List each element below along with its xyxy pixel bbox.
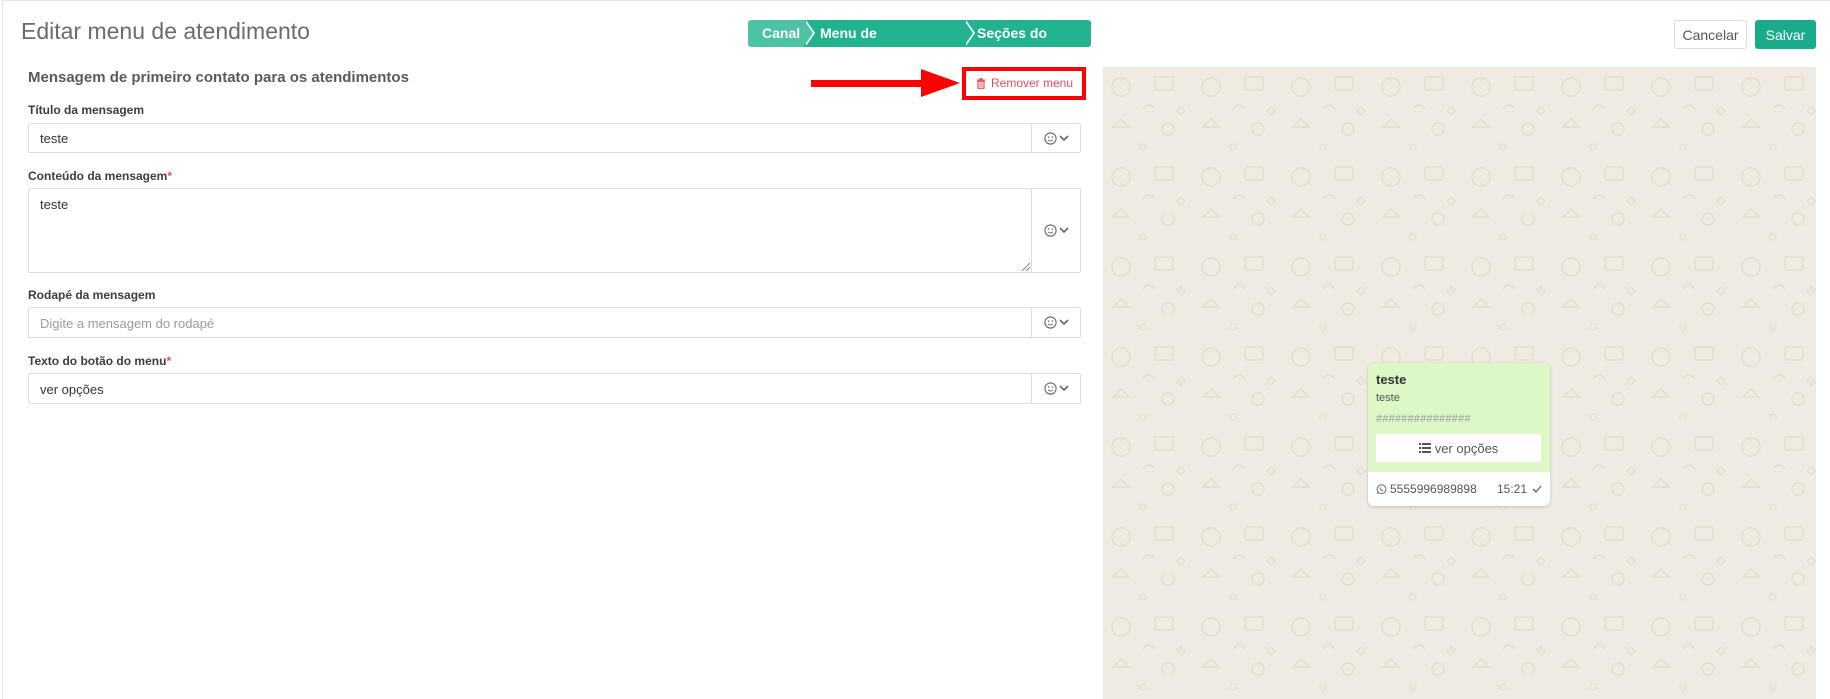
step-menu-de-atendimento[interactable]: Menu de atendimento xyxy=(804,20,975,68)
title-label-text: Título da mensagem xyxy=(28,103,145,117)
trash-icon xyxy=(977,77,985,89)
title-field[interactable]: teste xyxy=(28,123,1081,153)
button-text-value: ver opções xyxy=(40,382,104,397)
content-label: Conteúdo da mensagem* xyxy=(28,169,172,183)
remove-menu-label: Remover menu xyxy=(991,76,1074,90)
emoji-picker-button[interactable] xyxy=(1031,374,1080,403)
emoji-picker-button[interactable] xyxy=(1031,124,1080,152)
step-canal[interactable]: Canal xyxy=(748,20,815,47)
remove-menu-button[interactable]: Remover menu xyxy=(976,76,1073,90)
button-text-field[interactable]: ver opções xyxy=(28,373,1081,404)
required-mark: * xyxy=(167,169,173,183)
smiley-icon xyxy=(1043,131,1057,145)
bubble-body: teste xyxy=(1376,392,1400,404)
bubble-menu-button[interactable]: ver opções xyxy=(1376,434,1541,462)
chevron-down-icon xyxy=(1058,227,1069,234)
step-label: Menu de atendimento xyxy=(820,25,904,68)
smiley-icon xyxy=(1043,382,1057,395)
emoji-picker-button[interactable] xyxy=(1031,189,1080,272)
button-text-label-text: Texto do botão do menu xyxy=(28,354,167,368)
chevron-down-icon xyxy=(1058,319,1069,326)
button-text-label: Texto do botão do menu* xyxy=(28,354,171,368)
section-title: Mensagem de primeiro contato para os ate… xyxy=(28,69,409,86)
step-label: Canal xyxy=(762,25,801,41)
resize-handle-icon[interactable] xyxy=(1020,261,1030,271)
list-icon xyxy=(1418,443,1431,453)
footer-placeholder: Digite a mensagem do rodapé xyxy=(40,316,215,331)
cancel-button[interactable]: Cancelar xyxy=(1674,20,1747,49)
footer-field[interactable]: Digite a mensagem do rodapé xyxy=(28,307,1081,338)
annotation-arrow-head xyxy=(921,69,960,97)
check-icon xyxy=(1532,485,1542,493)
footer-label-text: Rodapé da mensagem xyxy=(28,288,156,302)
bubble-phone-number: 5555996989898 xyxy=(1390,482,1477,496)
chevron-down-icon xyxy=(1058,385,1069,392)
page-title: Editar menu de atendimento xyxy=(21,18,310,44)
bubble-phone: 5555996989898 xyxy=(1376,482,1477,496)
required-mark: * xyxy=(166,354,172,368)
bubble-title: teste xyxy=(1376,372,1407,387)
save-button[interactable]: Salvar xyxy=(1755,20,1816,49)
title-label: Título da mensagem xyxy=(28,103,144,117)
bubble-time: 15:21 xyxy=(1497,482,1542,496)
footer-label: Rodapé da mensagem xyxy=(28,288,155,302)
message-bubble: teste teste ############### ver opções 5… xyxy=(1368,363,1550,506)
whatsapp-icon xyxy=(1376,483,1387,494)
bubble-footer: ############### xyxy=(1376,413,1471,425)
stepper: Canal Menu de atendimento Seções do menu xyxy=(748,20,1091,68)
annotation-arrow-shaft xyxy=(811,80,926,87)
step-secoes-do-menu[interactable]: Seções do menu xyxy=(964,20,1091,68)
content-label-text: Conteúdo da mensagem xyxy=(28,169,168,183)
bubble-meta: 5555996989898 15:21 xyxy=(1368,472,1550,506)
content-value: teste xyxy=(40,197,69,212)
smiley-icon xyxy=(1043,316,1057,329)
title-value: teste xyxy=(40,131,69,146)
content-textarea[interactable]: teste xyxy=(28,188,1081,273)
smiley-icon xyxy=(1043,224,1057,237)
bubble-time-text: 15:21 xyxy=(1496,482,1527,496)
bubble-menu-button-label: ver opções xyxy=(1434,440,1499,456)
chevron-down-icon xyxy=(1058,134,1069,141)
emoji-picker-button[interactable] xyxy=(1031,308,1080,337)
